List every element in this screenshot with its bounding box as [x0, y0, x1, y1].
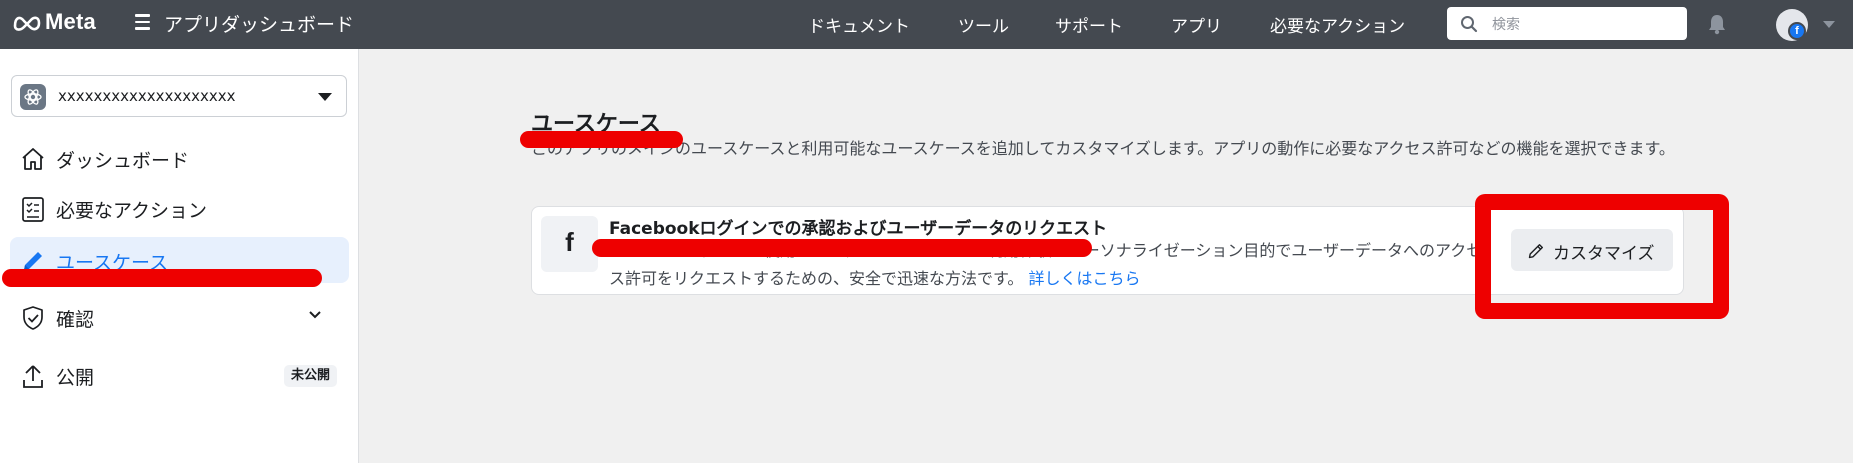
status-badge: 未公開: [284, 365, 338, 387]
checklist-icon: [22, 197, 44, 222]
nav-support[interactable]: サポート: [1055, 12, 1123, 37]
app-name: xxxxxxxxxxxxxxxxxxxx: [58, 87, 236, 105]
sidebar: xxxxxxxxxxxxxxxxxxxx ダッシュボード 必要なアクション ユー…: [0, 49, 359, 463]
page-description: このアプリのメインのユースケースと利用可能なユースケースを追加してカスタマイズし…: [531, 139, 1675, 158]
redaction-mark-sidebar: [2, 269, 322, 287]
menu-icon[interactable]: [135, 14, 150, 30]
sidebar-item-dashboard[interactable]: ダッシュボード: [10, 135, 349, 181]
search-placeholder: 検索: [1492, 17, 1520, 33]
redaction-mark-card-description: [592, 239, 1092, 257]
nav-tools[interactable]: ツール: [958, 12, 1009, 37]
use-case-title: Facebookログインでの承認およびユーザーデータのリクエスト: [609, 219, 1108, 239]
meta-logo[interactable]: Meta: [12, 9, 96, 35]
search-input[interactable]: 検索: [1447, 7, 1687, 40]
top-bar: Meta アプリダッシュボード ドキュメント ツール サポート アプリ 必要なア…: [0, 0, 1853, 49]
sidebar-item-review[interactable]: 確認: [10, 294, 349, 340]
sidebar-item-publish[interactable]: 公開 未公開: [10, 352, 349, 398]
notification-bell-icon[interactable]: [1706, 13, 1728, 35]
chevron-down-icon: [318, 93, 332, 101]
app-dashboard-title: アプリダッシュボード: [164, 14, 355, 36]
app-gear-icon: [20, 84, 46, 110]
facebook-icon: f: [541, 216, 598, 272]
facebook-badge-icon: f: [1788, 22, 1806, 40]
upload-icon: [23, 365, 43, 388]
learn-more-link[interactable]: 詳しくはこちら: [1029, 269, 1141, 288]
account-menu-caret-icon[interactable]: [1823, 21, 1835, 28]
nav-apps[interactable]: アプリ: [1171, 12, 1222, 37]
nav-docs[interactable]: ドキュメント: [808, 12, 910, 37]
search-icon: [1461, 16, 1478, 33]
sidebar-item-label: 必要なアクション: [56, 200, 208, 222]
sidebar-item-label: ダッシュボード: [56, 150, 190, 172]
meta-infinity-icon: [13, 16, 41, 31]
meta-logo-text: Meta: [45, 9, 96, 34]
redaction-mark-title: [520, 131, 683, 148]
sidebar-item-label: 確認: [56, 309, 95, 331]
home-icon: [22, 148, 44, 170]
highlight-box-customize: [1475, 194, 1729, 319]
sidebar-item-required-actions[interactable]: 必要なアクション: [10, 185, 349, 231]
nav-required-actions[interactable]: 必要なアクション: [1270, 12, 1405, 37]
sidebar-item-label: 公開: [56, 367, 95, 389]
chevron-down-icon[interactable]: [308, 310, 322, 320]
shield-check-icon: [23, 306, 43, 330]
app-selector[interactable]: xxxxxxxxxxxxxxxxxxxx: [11, 75, 347, 117]
